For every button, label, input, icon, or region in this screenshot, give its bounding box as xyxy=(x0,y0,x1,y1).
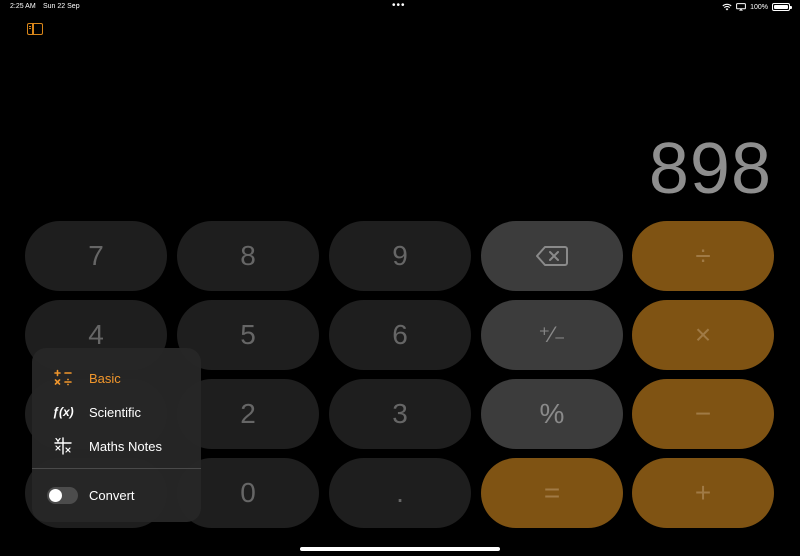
multitasking-dots-icon[interactable]: ••• xyxy=(392,1,406,11)
key-6[interactable]: 6 xyxy=(329,300,471,370)
key-3[interactable]: 3 xyxy=(329,379,471,449)
menu-label-maths-notes: Maths Notes xyxy=(89,438,162,454)
toggle-knob xyxy=(49,488,62,502)
screen-mirroring-icon xyxy=(736,3,746,11)
divide-button[interactable]: ÷ xyxy=(632,221,774,291)
key-7[interactable]: 7 xyxy=(25,221,167,291)
menu-item-scientific[interactable]: ƒ(x) Scientific xyxy=(32,396,201,428)
wifi-icon xyxy=(722,3,732,11)
key-9[interactable]: 9 xyxy=(329,221,471,291)
plus-minus-label: ⁺⁄₋ xyxy=(538,322,566,347)
convert-toggle[interactable] xyxy=(47,486,78,504)
menu-divider xyxy=(32,468,201,469)
percent-button[interactable]: % xyxy=(481,379,623,449)
function-icon: ƒ(x) xyxy=(52,405,74,419)
calculator-display: 898 xyxy=(648,129,772,209)
calculator-mode-menu: Basic ƒ(x) Scientific Maths Notes Conver… xyxy=(32,348,201,522)
status-indicators: 100% xyxy=(722,3,792,11)
minus-button[interactable]: − xyxy=(632,379,774,449)
menu-label-basic: Basic xyxy=(89,370,121,386)
maths-notes-icon xyxy=(54,437,72,455)
multiply-button[interactable]: × xyxy=(632,300,774,370)
plus-minus-button[interactable]: ⁺⁄₋ xyxy=(481,300,623,370)
status-bar: 2:25 AM Sun 22 Sep ••• 100% xyxy=(0,0,800,14)
decimal-button[interactable]: . xyxy=(329,458,471,528)
battery-icon xyxy=(772,3,792,11)
menu-item-basic[interactable]: Basic xyxy=(32,362,201,394)
status-date: Sun 22 Sep xyxy=(43,3,80,10)
menu-item-convert[interactable]: Convert xyxy=(32,479,201,511)
battery-percentage: 100% xyxy=(750,3,768,11)
home-indicator[interactable] xyxy=(300,547,500,551)
menu-label-scientific: Scientific xyxy=(89,404,142,420)
battery-level xyxy=(774,5,788,9)
backspace-icon xyxy=(536,246,568,266)
menu-label-convert: Convert xyxy=(89,487,135,503)
status-time: 2:25 AM xyxy=(10,3,36,10)
basic-operators-icon xyxy=(54,369,72,386)
backspace-button[interactable] xyxy=(481,221,623,291)
equals-button[interactable]: = xyxy=(481,458,623,528)
key-8[interactable]: 8 xyxy=(177,221,319,291)
sidebar-toggle-icon[interactable] xyxy=(27,23,43,35)
menu-item-maths-notes[interactable]: Maths Notes xyxy=(32,430,201,462)
plus-button[interactable]: + xyxy=(632,458,774,528)
